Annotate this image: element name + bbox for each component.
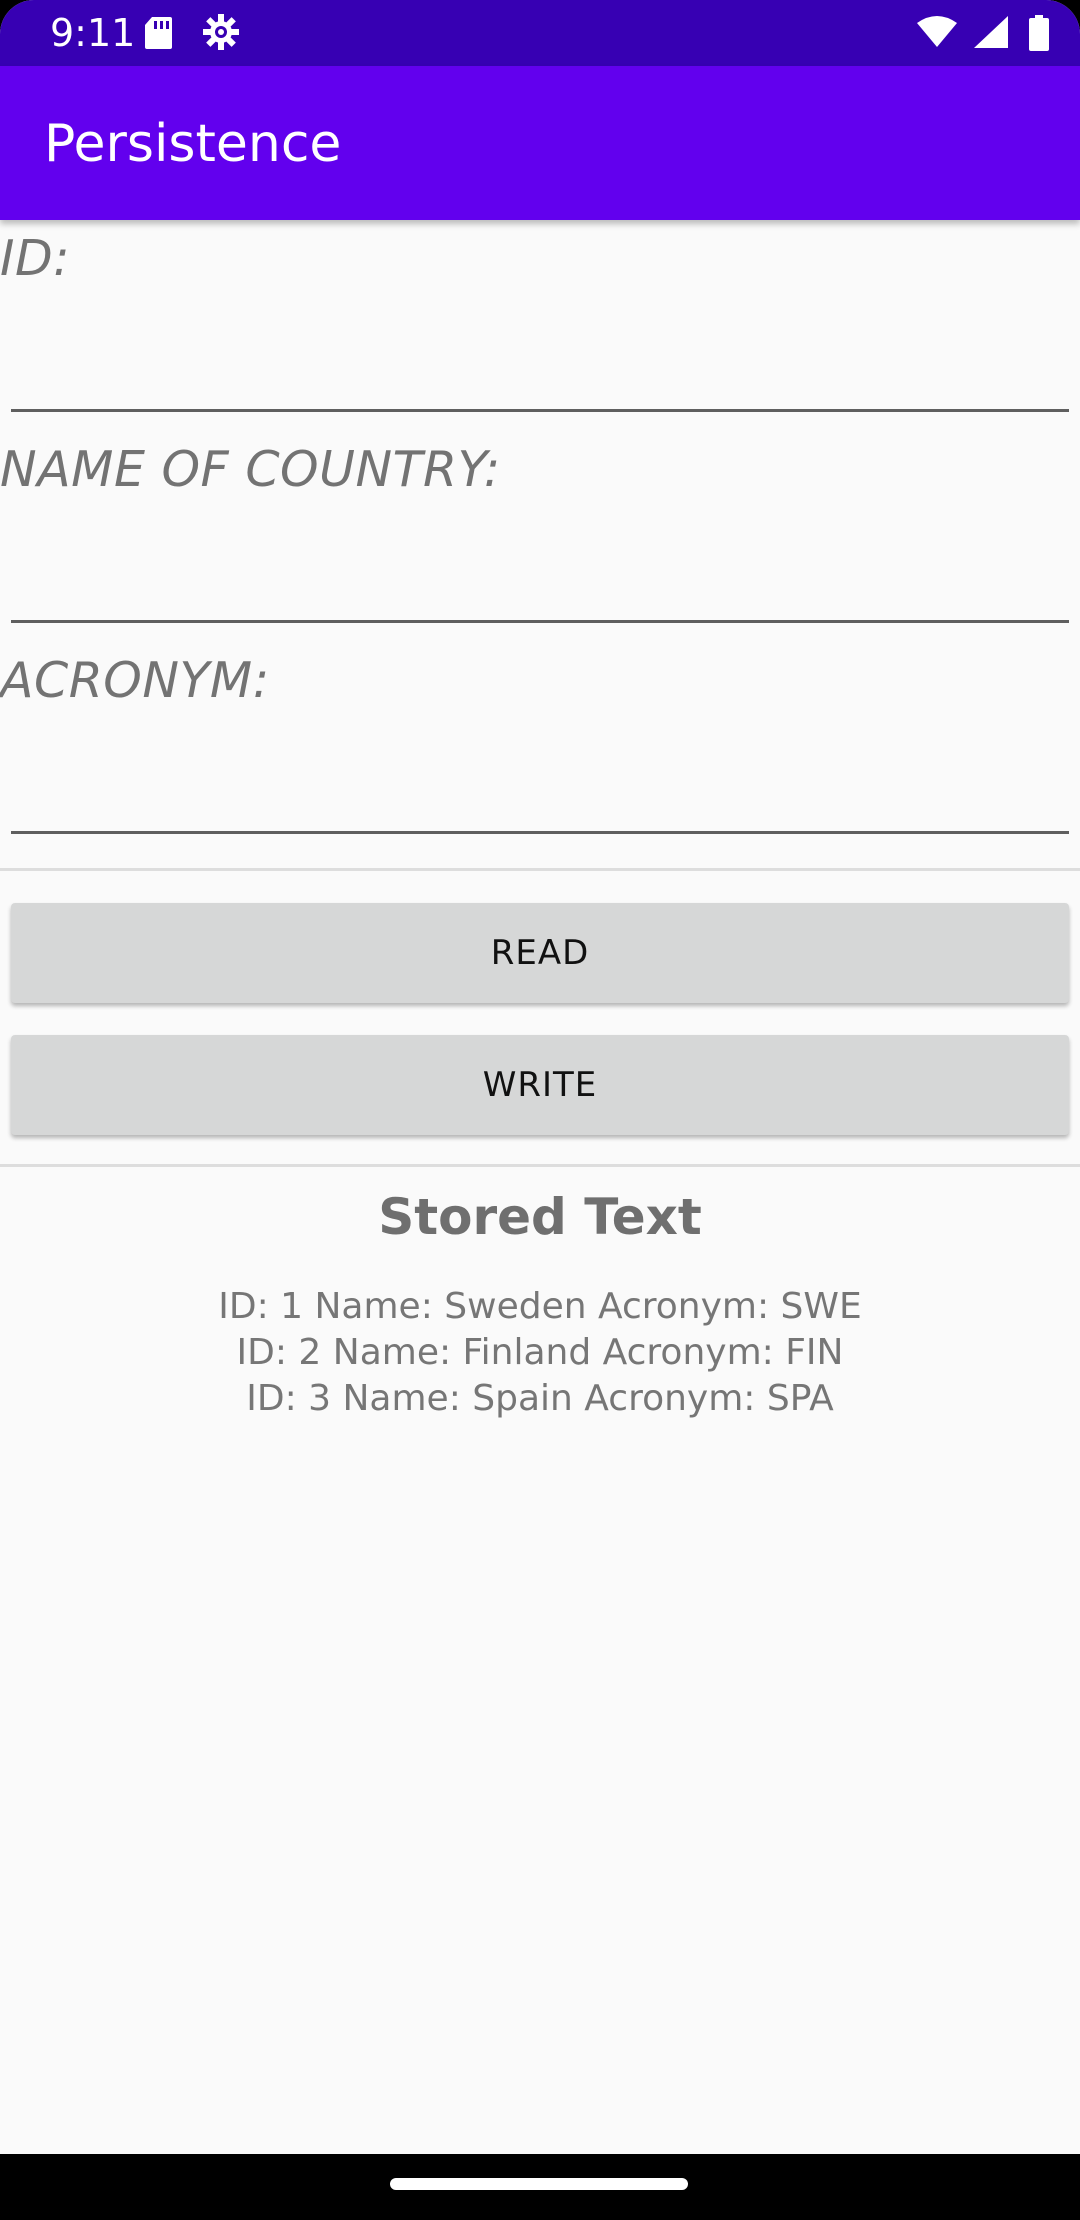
acronym-input[interactable]: [11, 751, 1069, 834]
divider-top: [0, 868, 1080, 871]
signal-icon: [973, 16, 1008, 48]
stored-text-line: ID: 1 Name: Sweden Acronym: SWE: [218, 1286, 862, 1327]
status-bar: 9:11: [0, 0, 1080, 66]
write-button[interactable]: WRITE: [11, 1035, 1069, 1135]
id-input[interactable]: [11, 329, 1069, 412]
wifi-icon: [916, 16, 957, 47]
app-title: Persistence: [44, 114, 342, 174]
status-time: 9:11: [50, 11, 136, 55]
country-name-input[interactable]: [11, 540, 1069, 623]
stored-text-line: ID: 3 Name: Spain Acronym: SPA: [246, 1378, 834, 1419]
status-right-icons: [916, 15, 1050, 51]
divider-bottom: [0, 1164, 1080, 1167]
app-bar: Persistence: [0, 66, 1080, 220]
sd-card-icon: [145, 17, 172, 49]
stored-text-line: ID: 2 Name: Finland Acronym: FIN: [236, 1332, 844, 1373]
read-button[interactable]: READ: [11, 903, 1069, 1003]
app-screen: 9:11 Persistence ID: NAME OF COUNTRY: AC…: [0, 0, 1080, 2220]
settings-gear-icon: [203, 14, 240, 50]
stored-text-title: Stored Text: [378, 1188, 702, 1246]
status-left-icons: [143, 14, 240, 51]
home-gesture-handle[interactable]: [390, 2178, 688, 2190]
country-name-label: NAME OF COUNTRY:: [0, 441, 501, 498]
acronym-label: ACRONYM:: [0, 652, 270, 709]
id-label: ID:: [0, 230, 71, 287]
stored-text-list: ID: 1 Name: Sweden Acronym: SWE ID: 2 Na…: [0, 1284, 1080, 1422]
navigation-bar: [0, 2154, 1080, 2220]
battery-icon: [1029, 15, 1049, 51]
